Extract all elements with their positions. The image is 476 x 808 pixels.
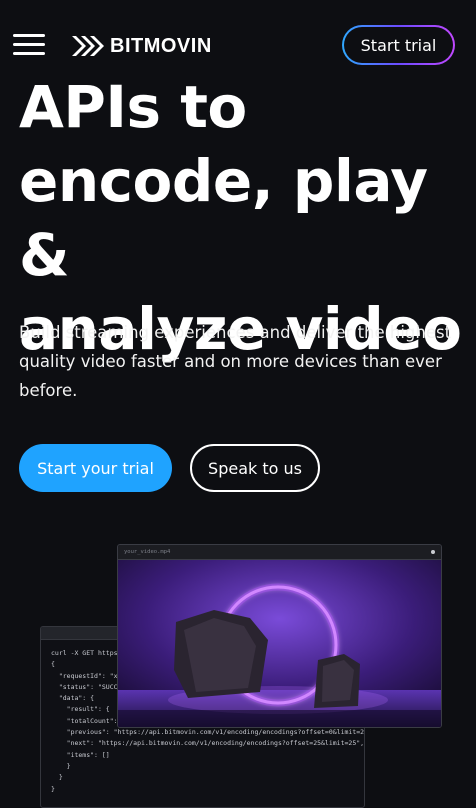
speak-to-us-button[interactable]: Speak to us [190, 444, 320, 492]
start-your-trial-button[interactable]: Start your trial [19, 444, 172, 492]
video-player-window: your_video.mp4 [117, 544, 442, 728]
neon-ring-video-frame [118, 560, 441, 727]
bitmovin-chevrons-icon [72, 36, 104, 56]
window-control-icon[interactable] [431, 550, 435, 554]
brand-logo[interactable]: BITMOVIN [70, 33, 212, 59]
hero-subtitle: Build streaming experiences and deliver … [19, 323, 452, 400]
video-window-titlebar: your_video.mp4 [118, 545, 441, 560]
hero-title-line-2: encode, play & [19, 147, 428, 289]
brand-name: BITMOVIN [110, 34, 212, 57]
hero-title-line-1: APIs to [19, 73, 247, 141]
video-window-title: your_video.mp4 [124, 549, 171, 555]
hamburger-menu-icon[interactable] [13, 34, 45, 56]
start-trial-button[interactable]: Start trial [342, 25, 455, 65]
